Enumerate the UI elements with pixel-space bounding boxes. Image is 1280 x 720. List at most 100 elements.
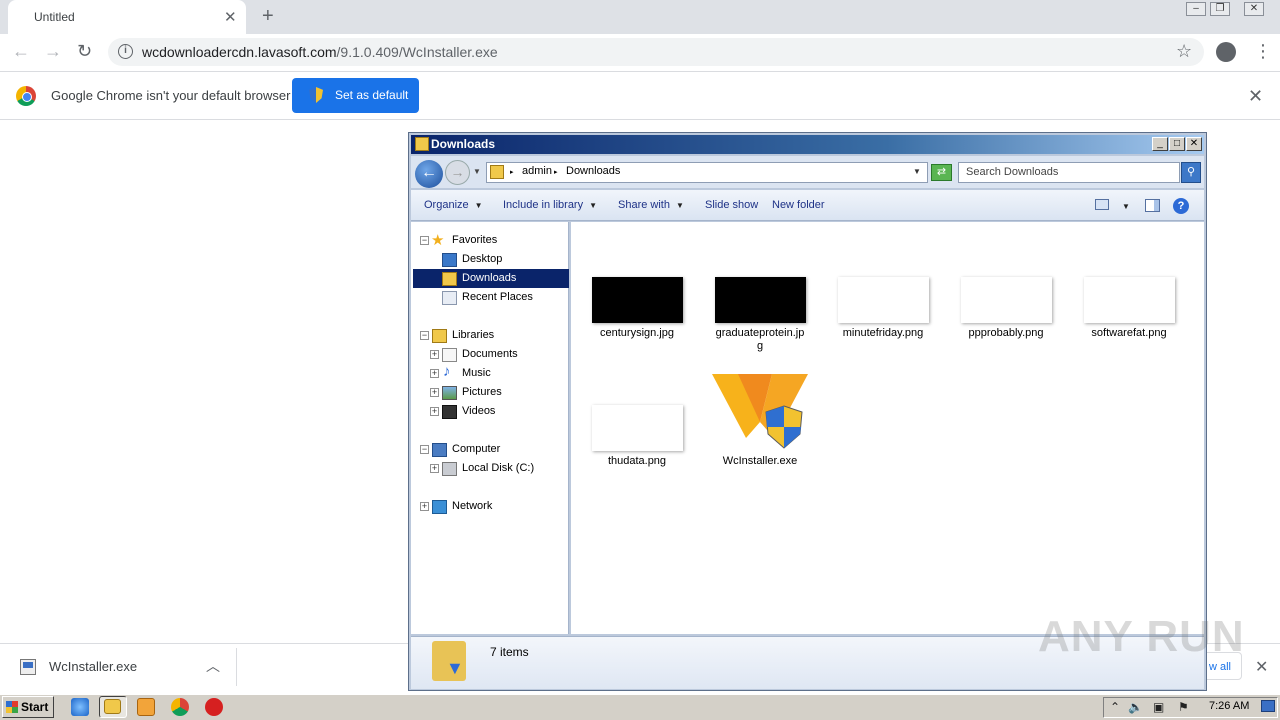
file-name-softwarefat[interactable]: softwarefat.png [1074,327,1184,340]
nav-pictures[interactable]: Pictures [462,383,502,402]
internet-explorer-icon[interactable] [71,698,89,716]
stop-sign-icon[interactable] [205,698,223,716]
network-tray-icon[interactable]: ▣ [1153,700,1164,714]
uac-shield-icon [309,87,323,103]
file-thumbnail-ppprobably[interactable] [961,277,1052,323]
file-name-ppprobably[interactable]: ppprobably.png [951,327,1061,340]
preview-pane-icon[interactable] [1145,199,1160,212]
organize-menu[interactable]: Organize ▼ [424,199,483,211]
reload-icon[interactable]: ↻ [77,41,92,62]
search-icon[interactable]: ⚲ [1181,162,1201,183]
nav-downloads[interactable]: Downloads [462,269,516,288]
tray-expand-icon[interactable]: ⌃ [1110,700,1120,714]
nav-videos[interactable]: Videos [462,402,495,421]
chevron-up-icon[interactable]: ︿ [206,656,220,676]
chrome-taskbar-icon[interactable] [171,698,189,716]
breadcrumb-downloads[interactable]: Downloads [566,165,620,177]
explorer-close-icon[interactable]: ✕ [1186,137,1202,151]
expand-icon[interactable]: + [430,464,439,473]
url-text: wcdownloadercdn.lavasoft.com/9.1.0.409/W… [142,44,498,60]
wc-installer-icon[interactable] [712,372,810,454]
expand-icon[interactable]: + [430,388,439,397]
file-thumbnail-graduateprotein[interactable] [715,277,806,323]
nav-libraries[interactable]: Libraries [452,326,494,345]
explorer-forward-icon[interactable]: → [445,160,470,185]
site-info-icon[interactable]: i [118,44,133,59]
collapse-icon[interactable]: − [420,236,429,245]
nav-music[interactable]: Music [462,364,491,383]
installer-file-icon [20,659,36,675]
file-name-graduateprotein[interactable]: graduateprotein.jp g [705,327,815,353]
file-thumbnail-minutefriday[interactable] [838,277,929,323]
downloads-folder-large-icon [432,641,466,681]
favorites-star-icon: ★ [431,232,445,249]
show-desktop-icon[interactable] [1261,700,1275,712]
file-thumbnail-softwarefat[interactable] [1084,277,1175,323]
file-name-centurysign[interactable]: centurysign.jpg [582,327,692,340]
download-shelf-close-icon[interactable]: ✕ [1255,657,1268,677]
tab-title: Untitled [34,10,75,24]
explorer-back-icon[interactable]: ← [415,160,443,188]
expand-icon[interactable]: + [430,350,439,359]
collapse-icon[interactable]: − [420,331,429,340]
tab-close-icon[interactable]: ✕ [224,8,237,26]
new-folder-button[interactable]: New folder [772,199,825,211]
file-thumbnail-centurysign[interactable] [592,277,683,323]
recent-pages-chevron-icon[interactable]: ▼ [473,167,481,176]
file-name-thudata[interactable]: thudata.png [582,455,692,468]
nav-network[interactable]: Network [452,497,492,516]
crumb-arrow-icon: ▸ [510,169,514,176]
explorer-minimize-icon[interactable]: _ [1152,137,1168,151]
action-center-flag-icon[interactable]: ⚑ [1178,700,1189,714]
download-item-name[interactable]: WcInstaller.exe [49,659,137,674]
url-host: wcdownloadercdn.lavasoft.com [142,44,337,60]
nav-computer[interactable]: Computer [452,440,500,459]
collapse-icon[interactable]: − [420,445,429,454]
taskbar [0,694,1280,720]
nav-favorites[interactable]: Favorites [452,231,497,250]
explorer-maximize-icon[interactable]: □ [1169,137,1185,151]
file-name-minutefriday[interactable]: minutefriday.png [828,327,938,340]
view-dropdown-icon[interactable]: ▼ [1122,202,1130,211]
restore-icon[interactable]: ❐ [1210,2,1230,16]
recent-places-icon [442,291,457,305]
file-name-wcinstaller[interactable]: WcInstaller.exe [705,455,815,468]
forward-arrow-icon[interactable]: → [44,41,62,62]
include-in-library-menu[interactable]: Include in library ▼ [503,199,597,211]
profile-avatar-icon[interactable] [1216,42,1236,62]
new-tab-icon[interactable]: + [262,5,274,28]
expand-icon[interactable]: + [420,502,429,511]
volume-icon[interactable]: 🔈 [1128,700,1143,714]
expand-icon[interactable]: + [430,407,439,416]
nav-recent-places[interactable]: Recent Places [462,288,533,307]
set-as-default-button[interactable]: Set as default [292,78,419,113]
nav-documents[interactable]: Documents [462,345,518,364]
expand-icon[interactable]: + [430,369,439,378]
explorer-refresh-icon[interactable]: ⇄ [931,164,952,181]
downloads-icon [442,272,457,286]
nav-local-disk[interactable]: Local Disk (C:) [462,459,534,478]
slide-show-button[interactable]: Slide show [705,199,758,211]
explorer-address-field[interactable] [486,162,928,183]
breadcrumb-admin[interactable]: admin [522,165,552,177]
help-icon[interactable]: ? [1173,198,1189,214]
minimize-icon[interactable]: – [1186,2,1206,16]
bookmark-star-icon[interactable]: ☆ [1176,41,1192,62]
documents-icon [442,348,457,362]
file-thumbnail-thudata[interactable] [592,405,683,451]
window-close-icon[interactable]: ✕ [1244,2,1264,16]
include-in-library-label: Include in library [503,199,584,211]
downloads-folder-icon [490,165,504,179]
view-mode-icon[interactable] [1095,199,1109,210]
address-dropdown-icon[interactable]: ▼ [913,167,921,176]
explorer-titlebar[interactable] [411,135,1204,154]
url-path: /9.1.0.409/WcInstaller.exe [336,44,498,60]
infobar-close-icon[interactable]: ✕ [1248,86,1263,107]
menu-dots-icon[interactable]: ⋮ [1254,41,1272,62]
nav-desktop[interactable]: Desktop [462,250,502,269]
media-player-icon[interactable] [137,698,155,716]
clock[interactable]: 7:26 AM [1209,700,1249,712]
back-arrow-icon[interactable]: ← [12,41,30,62]
pictures-icon [442,386,457,400]
share-with-menu[interactable]: Share with ▼ [618,199,684,211]
